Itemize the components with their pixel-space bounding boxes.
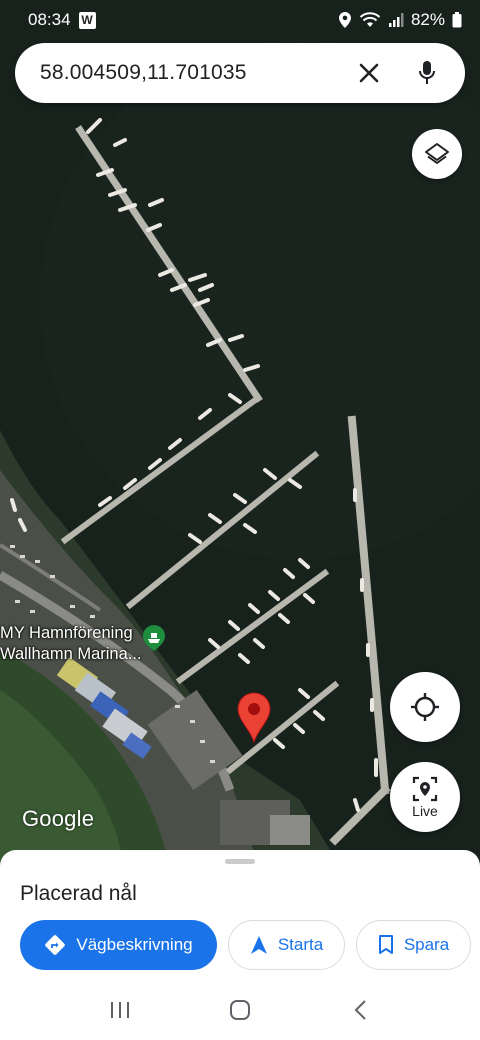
- status-icons: 82%: [338, 10, 462, 30]
- status-bar: 08:34 W 82%: [0, 0, 480, 40]
- home-button[interactable]: [220, 990, 260, 1030]
- app-notification-icon: W: [78, 11, 96, 29]
- close-icon: [359, 63, 379, 83]
- recents-button[interactable]: [100, 990, 140, 1030]
- navigation-arrow-icon: [250, 936, 267, 954]
- place-bottom-sheet[interactable]: Placerad nål Vägbeskrivning Starta Spara: [0, 850, 480, 980]
- live-view-button[interactable]: Live: [390, 762, 460, 832]
- clock: 08:34: [28, 10, 71, 29]
- system-navigation-bar: [0, 980, 480, 1040]
- place-title: Placerad nål: [20, 882, 137, 905]
- start-label: Starta: [277, 935, 324, 954]
- microphone-icon: [419, 61, 435, 84]
- location-icon: [338, 12, 351, 28]
- battery-percent: 82%: [410, 10, 445, 29]
- recents-icon: [111, 1002, 129, 1018]
- battery-icon: [452, 12, 462, 28]
- poi-label-line1: MY Hamnförening: [0, 624, 133, 642]
- bookmark-icon: [378, 935, 393, 954]
- search-query[interactable]: 58.004509,11.701035: [40, 61, 349, 85]
- marina-icon[interactable]: [141, 625, 167, 651]
- search-bar[interactable]: 58.004509,11.701035: [15, 43, 465, 103]
- back-button[interactable]: [340, 990, 380, 1030]
- clear-button[interactable]: [349, 53, 389, 93]
- save-button[interactable]: Spara: [356, 920, 471, 970]
- home-icon: [230, 1000, 250, 1020]
- directions-label: Vägbeskrivning: [76, 935, 193, 954]
- live-view-icon: [412, 776, 438, 801]
- back-icon: [354, 1000, 366, 1020]
- sheet-drag-handle[interactable]: [225, 859, 255, 864]
- voice-search-button[interactable]: [407, 53, 447, 93]
- directions-button[interactable]: Vägbeskrivning: [20, 920, 217, 970]
- directions-icon: [45, 935, 66, 955]
- save-label: Spara: [403, 935, 450, 954]
- poi-label-line2: Wallhamn Marina...: [0, 645, 142, 663]
- action-chips: Vägbeskrivning Starta Spara: [20, 920, 471, 970]
- my-location-button[interactable]: [390, 672, 460, 742]
- live-label: Live: [412, 802, 438, 819]
- crosshair-icon: [411, 693, 439, 721]
- wifi-icon: [359, 12, 381, 27]
- layers-icon: [425, 143, 449, 164]
- start-button[interactable]: Starta: [228, 920, 345, 970]
- poi-label[interactable]: MY Hamnförening Wallhamn Marina...: [0, 623, 142, 665]
- google-logo: Google: [22, 806, 95, 831]
- layers-button[interactable]: [412, 129, 462, 179]
- signal-icon: [388, 13, 404, 27]
- dropped-pin-icon[interactable]: [236, 692, 272, 744]
